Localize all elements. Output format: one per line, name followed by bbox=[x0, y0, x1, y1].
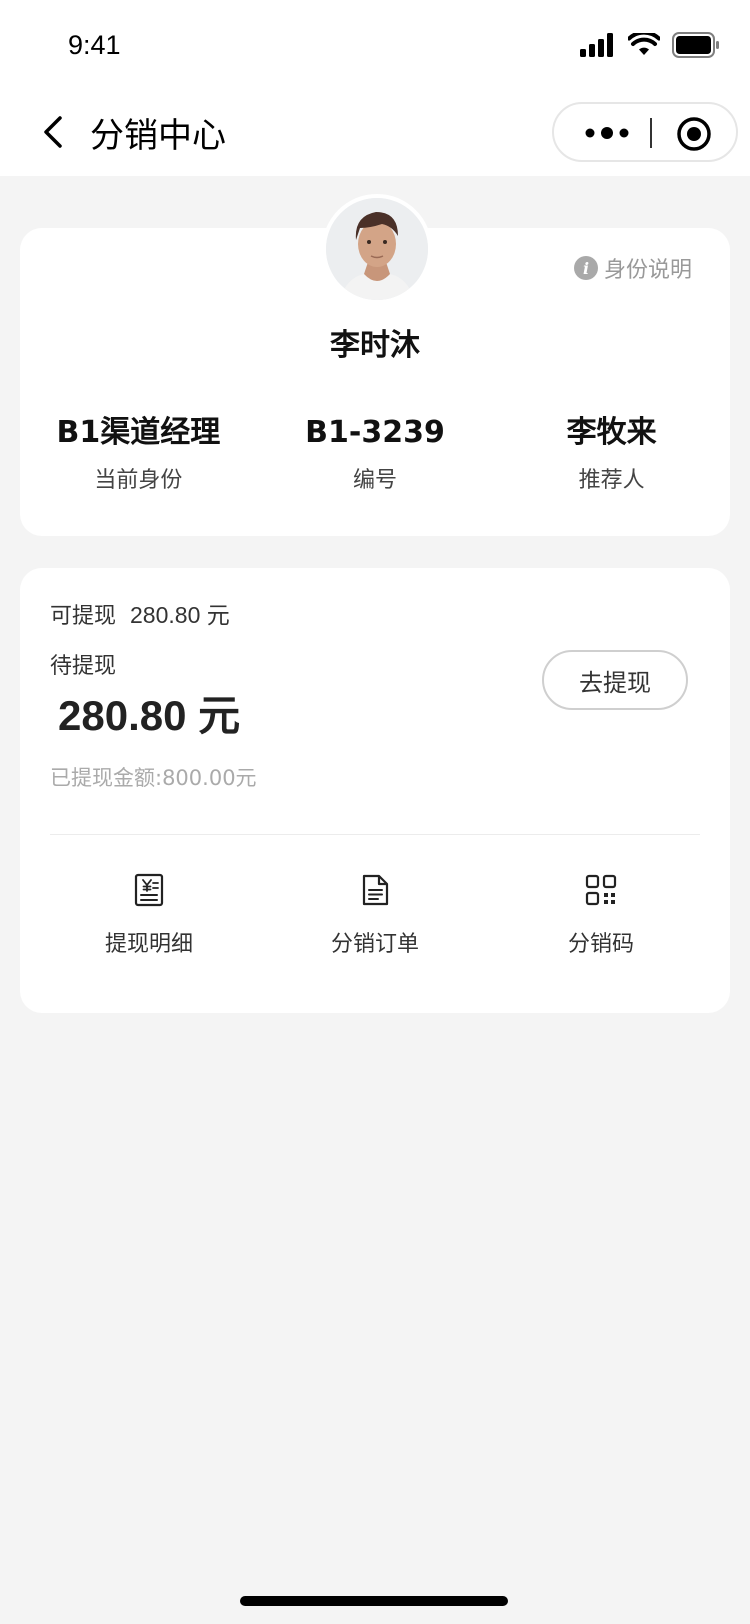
wallet-card: 可提现 280.80 元 待提现 280.80 元 去提现 已提现金额:800.… bbox=[20, 568, 730, 1013]
back-arrow-icon[interactable] bbox=[36, 110, 76, 154]
withdraw-button[interactable]: 去提现 bbox=[542, 650, 688, 710]
divider bbox=[50, 834, 700, 835]
stat-value: B1-3239 bbox=[305, 415, 445, 450]
identity-info-link[interactable]: i 身份说明 bbox=[573, 252, 692, 284]
qr-code-icon bbox=[585, 874, 617, 906]
shortcut-grid: 提现明细 分销订单 分销码 bbox=[36, 872, 714, 958]
profile-stats: B1渠道经理 当前身份 B1-3239 编号 李牧来 推荐人 bbox=[20, 412, 730, 494]
pending-label: 待提现 bbox=[50, 654, 117, 679]
user-name: 李时沐 bbox=[330, 328, 420, 363]
cellular-signal-icon bbox=[580, 33, 613, 57]
stat-label: 编号 bbox=[353, 468, 398, 493]
info-icon: i bbox=[573, 256, 598, 280]
withdrawn-total: 已提现金额:800.00元 bbox=[50, 766, 257, 790]
battery-icon bbox=[672, 32, 719, 58]
wifi-icon bbox=[628, 33, 660, 55]
available-label: 可提现 bbox=[50, 604, 117, 629]
page-title: 分销中心 bbox=[90, 116, 226, 156]
status-bar: 9:41 bbox=[0, 0, 750, 88]
pending-amount: 280.80 元 bbox=[58, 692, 241, 739]
status-time: 9:41 bbox=[68, 30, 121, 60]
stat-identity: B1渠道经理 当前身份 bbox=[20, 412, 257, 494]
stat-value: 李牧来 bbox=[566, 415, 657, 450]
shortcut-distribution-orders[interactable]: 分销订单 bbox=[262, 872, 488, 958]
shortcut-label: 分销订单 bbox=[330, 932, 419, 957]
stat-label: 推荐人 bbox=[578, 468, 645, 493]
stat-value: B1渠道经理 bbox=[56, 415, 221, 450]
document-icon bbox=[362, 874, 389, 906]
shortcut-withdraw-detail[interactable]: 提现明细 bbox=[36, 872, 262, 958]
avatar[interactable] bbox=[322, 194, 432, 304]
stat-referrer: 李牧来 推荐人 bbox=[493, 412, 730, 494]
available-amount: 280.80 元 bbox=[130, 602, 230, 628]
shortcut-label: 提现明细 bbox=[104, 932, 193, 957]
status-icons bbox=[580, 32, 720, 58]
available-balance: 可提现 280.80 元 bbox=[50, 596, 230, 630]
stat-number: B1-3239 编号 bbox=[257, 412, 494, 494]
more-dots-icon[interactable] bbox=[584, 120, 630, 146]
capsule-divider bbox=[650, 118, 652, 148]
mini-program-capsule bbox=[552, 102, 738, 162]
avatar-portrait-icon bbox=[326, 198, 428, 300]
shortcut-label: 分销码 bbox=[567, 932, 634, 957]
home-indicator bbox=[240, 1596, 508, 1606]
identity-info-label: 身份说明 bbox=[603, 258, 692, 283]
shortcut-distribution-code[interactable]: 分销码 bbox=[488, 872, 714, 958]
stat-label: 当前身份 bbox=[94, 468, 183, 493]
close-target-icon[interactable] bbox=[676, 116, 712, 152]
withdraw-detail-icon bbox=[134, 873, 164, 907]
nav-bar: 分销中心 bbox=[0, 88, 750, 176]
